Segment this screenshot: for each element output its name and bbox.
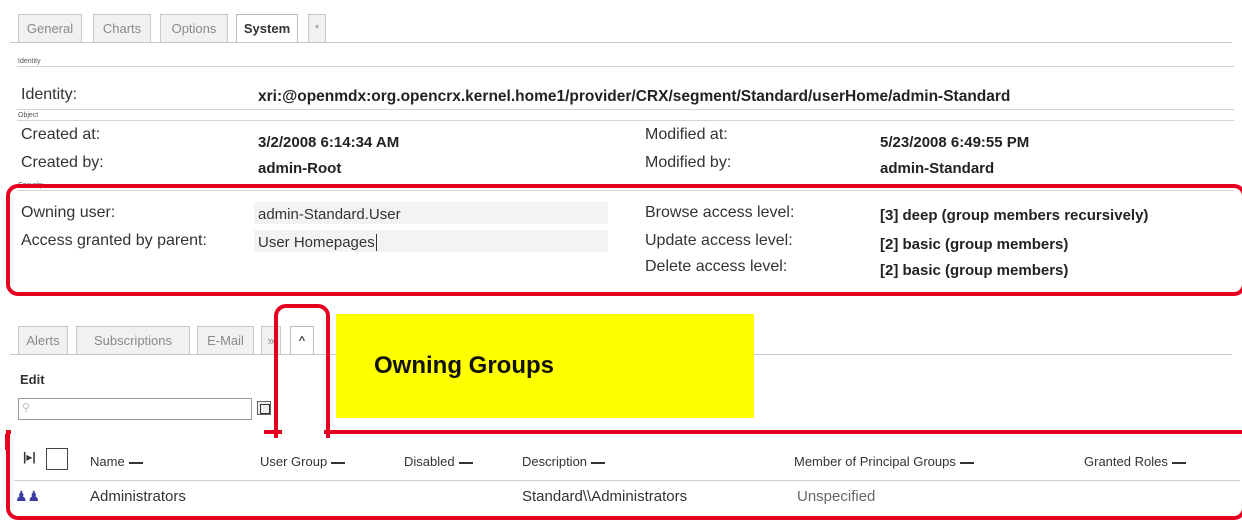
modified-by-label: Modified by: [645,154,732,171]
created-by-label: Created by: [21,154,104,171]
created-at-label: Created at: [21,126,101,143]
expand-columns-icon[interactable]: |▸| [23,450,36,464]
tab-general[interactable]: General [18,14,82,42]
tab-options[interactable]: Options [160,14,228,42]
identity-label: Identity: [21,86,78,103]
modified-at-label: Modified at: [645,126,728,143]
column-header-user-group[interactable]: User Group [260,454,346,469]
column-header-member-of-label: Member of Principal Groups [794,454,956,469]
tab-system[interactable]: System [236,14,298,42]
edit-menu[interactable]: Edit [20,372,45,387]
created-at-value: 3/2/2008 6:14:34 AM [258,134,400,151]
column-header-description[interactable]: Description [522,454,606,469]
object-section-label: Object [18,112,39,119]
table-row[interactable]: ♟♟ Administrators Standard\\Administrato… [14,482,1240,512]
grid-highlight-corner-left [5,430,11,450]
search-input[interactable]: ⚲ [18,398,252,420]
search-icon: ⚲ [22,402,31,414]
grid-header: |▸| Name User Group Disabled Description… [14,446,1240,481]
row-member-of: Unspecified [797,488,876,505]
identity-section-divider [17,66,1234,67]
owning-groups-callout: Owning Groups [336,314,754,418]
collapse-tab-highlight [274,304,330,438]
owning-groups-callout-text: Owning Groups [374,352,554,379]
group-icon: ♟♟ [15,488,41,504]
tab-subscriptions[interactable]: Subscriptions [76,326,190,354]
modified-by-value: admin-Standard [880,160,995,177]
column-header-disabled-label: Disabled [404,454,455,469]
column-header-granted-roles[interactable]: Granted Roles [1084,454,1186,469]
column-header-user-group-label: User Group [260,454,328,469]
modified-at-value: 5/23/2008 6:49:55 PM [880,134,1030,151]
object-section-divider [17,120,1234,121]
security-highlight [6,184,1242,296]
column-header-name-label: Name [90,454,125,469]
tab-email[interactable]: E-Mail [197,326,254,354]
select-all-checkbox[interactable] [46,448,68,470]
identity-bottom-divider [17,109,1234,110]
tab-more[interactable]: * [308,14,326,42]
column-header-disabled[interactable]: Disabled [404,454,473,469]
identity-value: xri:@openmdx:org.opencrx.kernel.home1/pr… [258,88,1011,105]
filter-icon[interactable] [257,401,271,415]
column-header-name[interactable]: Name [90,454,143,469]
column-header-granted-roles-label: Granted Roles [1084,454,1168,469]
identity-section-label: Identity [18,58,41,65]
tab-charts[interactable]: Charts [93,14,151,42]
column-header-member-of[interactable]: Member of Principal Groups [794,454,974,469]
tab-divider [10,42,1232,43]
row-name[interactable]: Administrators [90,488,186,505]
tab-alerts[interactable]: Alerts [18,326,68,354]
column-header-description-label: Description [522,454,588,469]
row-description: Standard\\Administrators [522,488,688,505]
created-by-value: admin-Root [258,160,342,177]
